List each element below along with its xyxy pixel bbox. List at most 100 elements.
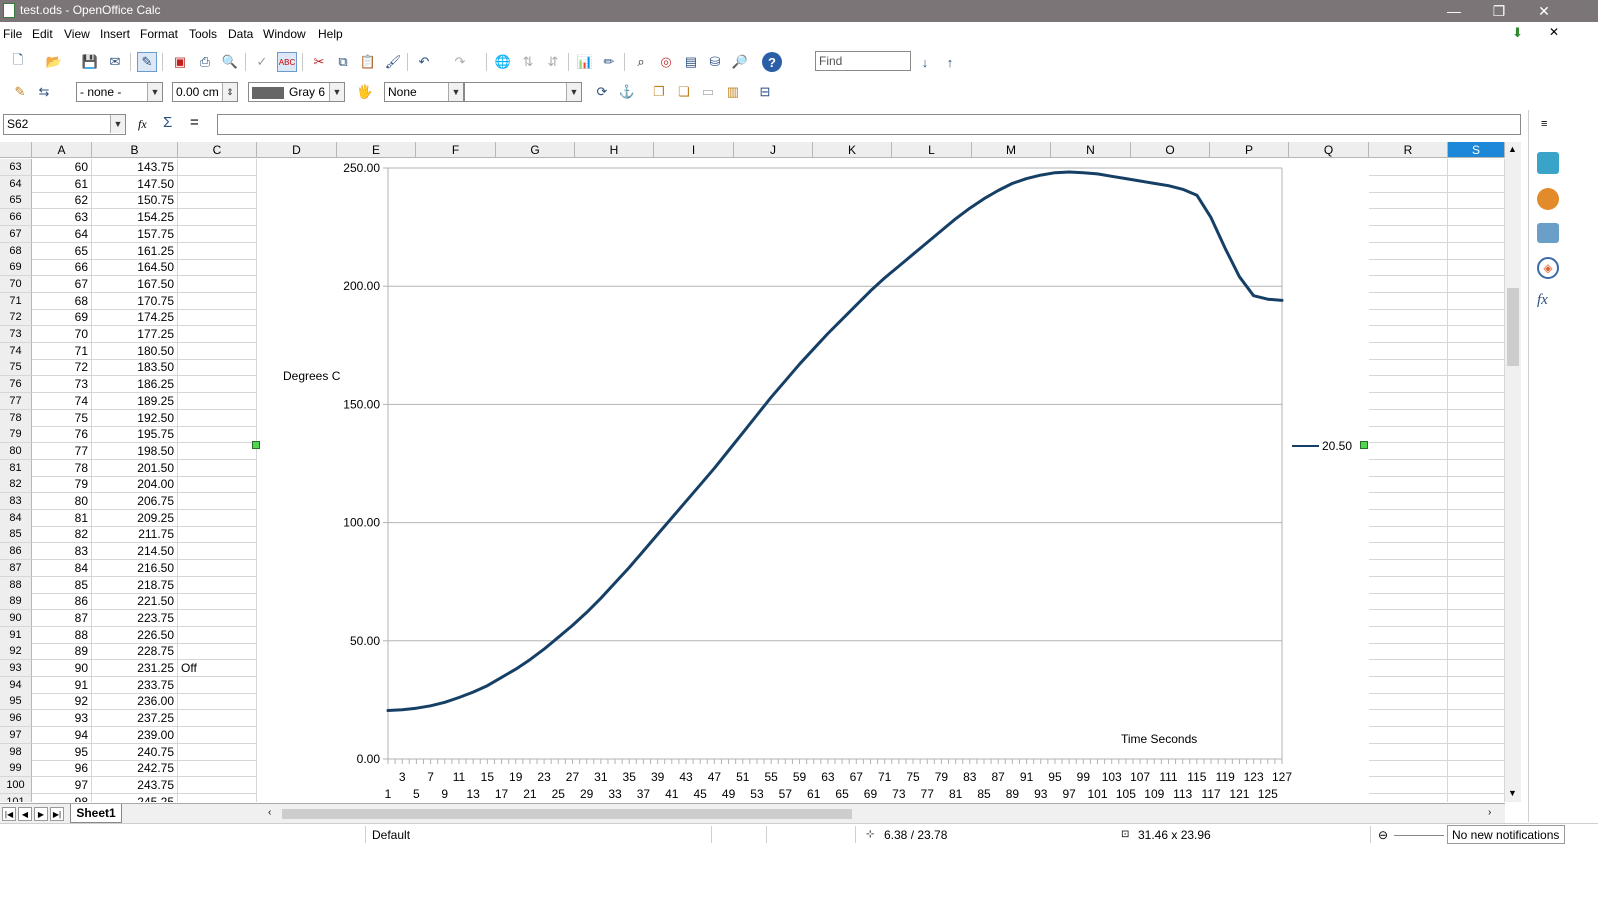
insert-chart-icon[interactable]: 📊	[575, 52, 595, 72]
cell-c[interactable]	[178, 459, 257, 477]
find-next-icon[interactable]: ↓	[915, 52, 935, 72]
line-width-stepper[interactable]: 0.00 cm ⇕	[172, 82, 238, 102]
cell-r[interactable]	[1369, 793, 1448, 802]
row-header[interactable]: 65	[0, 192, 32, 210]
cell-c[interactable]	[178, 209, 257, 227]
cell-r[interactable]	[1369, 376, 1448, 394]
paste-icon[interactable]: 📋	[358, 52, 378, 72]
copy-icon[interactable]: ⧉	[333, 52, 353, 72]
cell-s[interactable]	[1448, 543, 1505, 561]
cut-icon[interactable]: ✂	[309, 52, 329, 72]
cell-r[interactable]	[1369, 342, 1448, 360]
row-header[interactable]: 83	[0, 493, 32, 510]
cell-r[interactable]	[1369, 442, 1448, 460]
row-header[interactable]: 99	[0, 760, 32, 778]
find-replace-icon[interactable]: ⌕	[631, 52, 651, 72]
cell-a[interactable]: 65	[32, 242, 92, 260]
cell-r[interactable]	[1369, 493, 1448, 510]
cell-a[interactable]: 83	[32, 543, 92, 561]
cell-s[interactable]	[1448, 209, 1505, 227]
cell-r[interactable]	[1369, 776, 1448, 794]
cell-r[interactable]	[1369, 192, 1448, 210]
sort-ascending-icon[interactable]: ⇅	[518, 52, 538, 72]
menu-insert[interactable]: Insert	[100, 27, 130, 41]
cell-a[interactable]: 93	[32, 710, 92, 728]
cell-c[interactable]	[178, 326, 257, 343]
row-header[interactable]: 82	[0, 476, 32, 494]
row-header[interactable]: 98	[0, 743, 32, 761]
column-header-c[interactable]: C	[178, 142, 257, 158]
menu-view[interactable]: View	[64, 27, 90, 41]
cell-r[interactable]	[1369, 710, 1448, 728]
row-header[interactable]: 76	[0, 376, 32, 394]
row-header[interactable]: 79	[0, 426, 32, 444]
cell-s[interactable]	[1448, 392, 1505, 410]
cell-b[interactable]: 201.50	[92, 459, 178, 477]
cell-r[interactable]	[1369, 676, 1448, 694]
chart-resize-handle-left[interactable]	[252, 441, 260, 449]
row-header[interactable]: 81	[0, 459, 32, 477]
export-pdf-icon[interactable]: ▣	[170, 52, 190, 72]
cell-s[interactable]	[1448, 726, 1505, 744]
row-header[interactable]: 78	[0, 409, 32, 427]
cell-s[interactable]	[1448, 409, 1505, 427]
cell-a[interactable]: 91	[32, 676, 92, 694]
cell-a[interactable]: 60	[32, 159, 92, 176]
cell-b[interactable]: 223.75	[92, 609, 178, 627]
cell-a[interactable]: 63	[32, 209, 92, 227]
column-header-i[interactable]: I	[654, 142, 734, 158]
update-icon[interactable]: ⬇	[1512, 25, 1530, 41]
cell-s[interactable]	[1448, 476, 1505, 494]
line-chart[interactable]: 0.00 50.00 100.00 150.00 200.00 250.00 3 7 11 15 1…	[257, 158, 1369, 802]
cell-b[interactable]: 204.00	[92, 476, 178, 494]
edit-file-icon[interactable]: ✎	[137, 52, 157, 72]
cell-r[interactable]	[1369, 476, 1448, 494]
cell-a[interactable]: 92	[32, 693, 92, 711]
formula-input[interactable]	[217, 114, 1521, 135]
scroll-right-icon[interactable]: ›	[1488, 807, 1491, 818]
cell-c[interactable]	[178, 259, 257, 277]
cell-s[interactable]	[1448, 292, 1505, 310]
navigator-sidebar-icon[interactable]: ◈	[1537, 257, 1559, 279]
cell-a[interactable]: 82	[32, 526, 92, 544]
row-header[interactable]: 80	[0, 442, 32, 460]
cell-s[interactable]	[1448, 259, 1505, 277]
cell-a[interactable]: 71	[32, 342, 92, 360]
cell-s[interactable]	[1448, 442, 1505, 460]
cell-b[interactable]: 236.00	[92, 693, 178, 711]
column-header-f[interactable]: F	[416, 142, 496, 158]
horizontal-scrollbar[interactable]: ‹ ›	[266, 807, 1502, 821]
cell-b[interactable]: 214.50	[92, 543, 178, 561]
area-fill-select[interactable]: ▼	[464, 82, 582, 102]
sidebar-menu-icon[interactable]: ≡	[1541, 118, 1547, 130]
cell-b[interactable]: 192.50	[92, 409, 178, 427]
cell-a[interactable]: 89	[32, 643, 92, 661]
column-header-d[interactable]: D	[257, 142, 337, 158]
cell-c[interactable]	[178, 493, 257, 510]
cell-c[interactable]	[178, 576, 257, 594]
column-header-k[interactable]: K	[813, 142, 892, 158]
page-style[interactable]: Default	[372, 828, 410, 842]
rotate-icon[interactable]: ⟳	[592, 82, 612, 102]
cell-a[interactable]: 64	[32, 225, 92, 243]
cell-a[interactable]: 81	[32, 509, 92, 527]
cell-r[interactable]	[1369, 593, 1448, 611]
cell-s[interactable]	[1448, 776, 1505, 794]
scroll-left-icon[interactable]: ‹	[268, 807, 271, 818]
menu-window[interactable]: Window	[263, 27, 306, 41]
cell-b[interactable]: 218.75	[92, 576, 178, 594]
cell-s[interactable]	[1448, 175, 1505, 193]
spellcheck-icon[interactable]: ✓	[252, 52, 272, 72]
cell-c[interactable]	[178, 175, 257, 193]
cell-c[interactable]	[178, 409, 257, 427]
email-icon[interactable]: ✉	[105, 52, 125, 72]
column-header-r[interactable]: R	[1369, 142, 1448, 158]
cell-c[interactable]	[178, 693, 257, 711]
cell-c[interactable]	[178, 192, 257, 210]
data-sources-icon[interactable]: ⛁	[705, 52, 725, 72]
line-color-select[interactable]: Gray 6 ▼	[248, 82, 345, 102]
cell-a[interactable]: 62	[32, 192, 92, 210]
cell-r[interactable]	[1369, 660, 1448, 677]
row-header[interactable]: 97	[0, 726, 32, 744]
cell-s[interactable]	[1448, 693, 1505, 711]
